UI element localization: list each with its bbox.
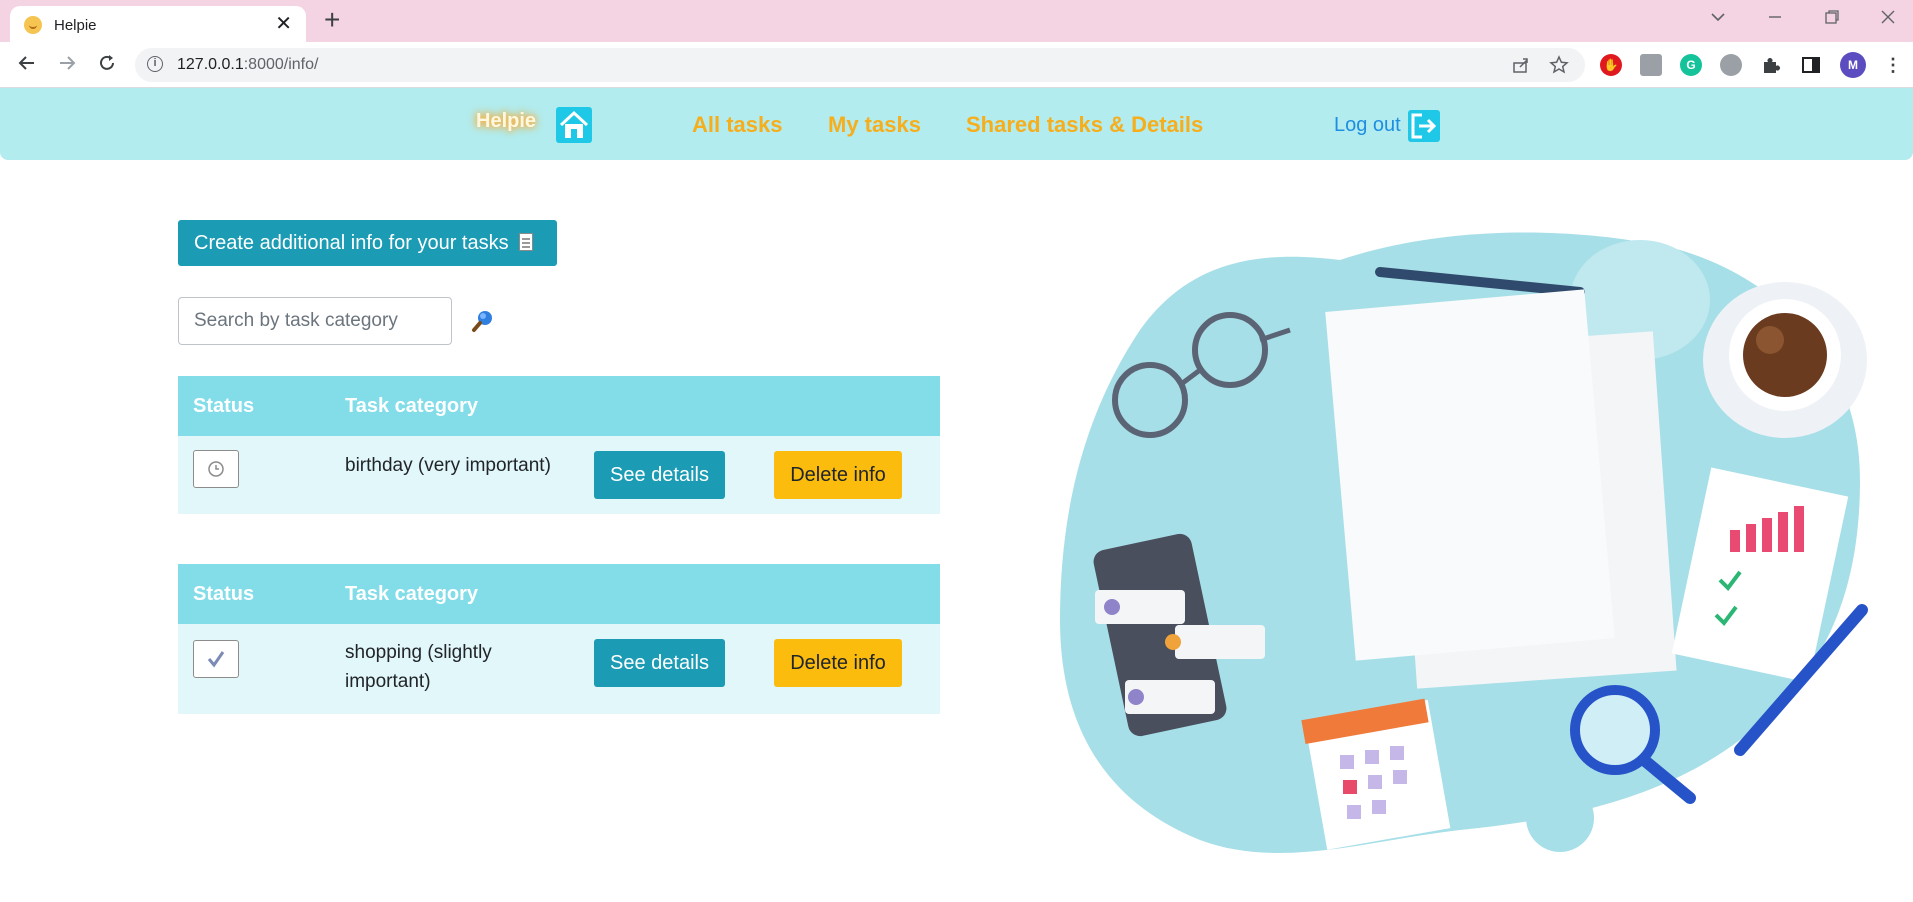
url-text[interactable]: 127.0.0.1:8000/info/ (177, 56, 318, 74)
see-details-button[interactable]: See details (594, 639, 725, 687)
see-details-button[interactable]: See details (594, 451, 725, 499)
create-info-button[interactable]: Create additional info for your tasks (178, 220, 557, 266)
delete-info-button[interactable]: Delete info (774, 639, 902, 687)
status-header: Status (193, 395, 255, 417)
paper-sheet (1325, 289, 1615, 661)
create-info-label: Create additional info for your tasks (194, 232, 509, 254)
coffee-highlight (1756, 326, 1784, 354)
avatar-dot (1128, 689, 1144, 705)
browser-toolbar: i 127.0.0.1:8000/info/ ✋ G M ⋮ (0, 42, 1913, 88)
new-tab-button[interactable]: + (324, 6, 340, 34)
category-header: Task category (345, 583, 479, 605)
chat-bubble (1175, 625, 1265, 659)
avatar-dot (1165, 634, 1181, 650)
minimize-icon[interactable] (1766, 8, 1784, 30)
search-icon[interactable] (470, 308, 496, 334)
back-icon[interactable] (14, 52, 40, 78)
profile-avatar[interactable]: M (1840, 52, 1866, 78)
table-header: Status Task category (178, 564, 940, 624)
status-done-button[interactable] (193, 640, 239, 678)
helpie-favicon-icon (24, 16, 42, 34)
task-category: birthday (very important) (345, 455, 551, 476)
url-host: 127.0.0.1 (177, 56, 244, 73)
memo-icon (518, 233, 533, 251)
table-row: birthday (very important) See details De… (178, 436, 940, 514)
category-header: Task category (345, 395, 479, 417)
reload-icon[interactable] (94, 52, 120, 78)
nav-all-tasks[interactable]: All tasks (692, 112, 783, 138)
avatar-dot (1104, 599, 1120, 615)
url-path: :8000/info/ (243, 56, 319, 73)
photo-extension-icon[interactable] (1640, 54, 1662, 76)
site-info-icon[interactable]: i (147, 56, 163, 72)
tab-close-icon[interactable]: ✕ (275, 14, 292, 34)
browser-menu-icon[interactable]: ⋮ (1882, 54, 1904, 76)
close-window-icon[interactable] (1879, 8, 1897, 30)
site-navbar: Helpie All tasks My tasks Shared tasks &… (0, 88, 1913, 160)
logout-link[interactable]: Log out (1334, 114, 1401, 137)
tab-title: Helpie (54, 17, 97, 34)
vpn-extension-icon[interactable] (1720, 54, 1742, 76)
adblock-extension-icon[interactable]: ✋ (1600, 54, 1622, 76)
nav-shared-tasks[interactable]: Shared tasks & Details (966, 112, 1203, 138)
grammarly-extension-icon[interactable]: G (1680, 54, 1702, 76)
info-table: Status Task category birthday (very impo… (178, 376, 940, 514)
side-panel-icon[interactable] (1800, 54, 1822, 76)
table-header: Status Task category (178, 376, 940, 436)
bookmark-star-icon[interactable] (1549, 55, 1569, 79)
address-bar[interactable]: i 127.0.0.1:8000/info/ (135, 48, 1585, 82)
logout-icon[interactable] (1408, 110, 1440, 142)
brand-logo[interactable]: Helpie (476, 110, 536, 133)
forward-icon[interactable] (54, 52, 80, 78)
search-input[interactable] (178, 297, 452, 345)
info-table: Status Task category shopping (slightly … (178, 564, 940, 714)
blob-bubble (1526, 784, 1594, 852)
home-icon[interactable] (556, 107, 592, 143)
desk-illustration (1060, 232, 1868, 853)
table-row: shopping (slightly important) See detail… (178, 624, 940, 714)
coffee (1743, 313, 1827, 397)
nav-my-tasks[interactable]: My tasks (828, 112, 921, 138)
restore-icon[interactable] (1823, 8, 1841, 30)
tab-search-chevron-icon[interactable] (1709, 8, 1727, 30)
browser-tab[interactable]: Helpie ✕ (10, 6, 306, 42)
task-category: shopping (slightly important) (345, 642, 492, 692)
browser-tab-strip: Helpie ✕ + (0, 0, 1913, 42)
status-header: Status (193, 583, 255, 605)
share-icon[interactable] (1511, 55, 1531, 79)
extensions-puzzle-icon[interactable] (1760, 54, 1782, 76)
status-pending-button[interactable] (193, 450, 239, 488)
delete-info-button[interactable]: Delete info (774, 451, 902, 499)
